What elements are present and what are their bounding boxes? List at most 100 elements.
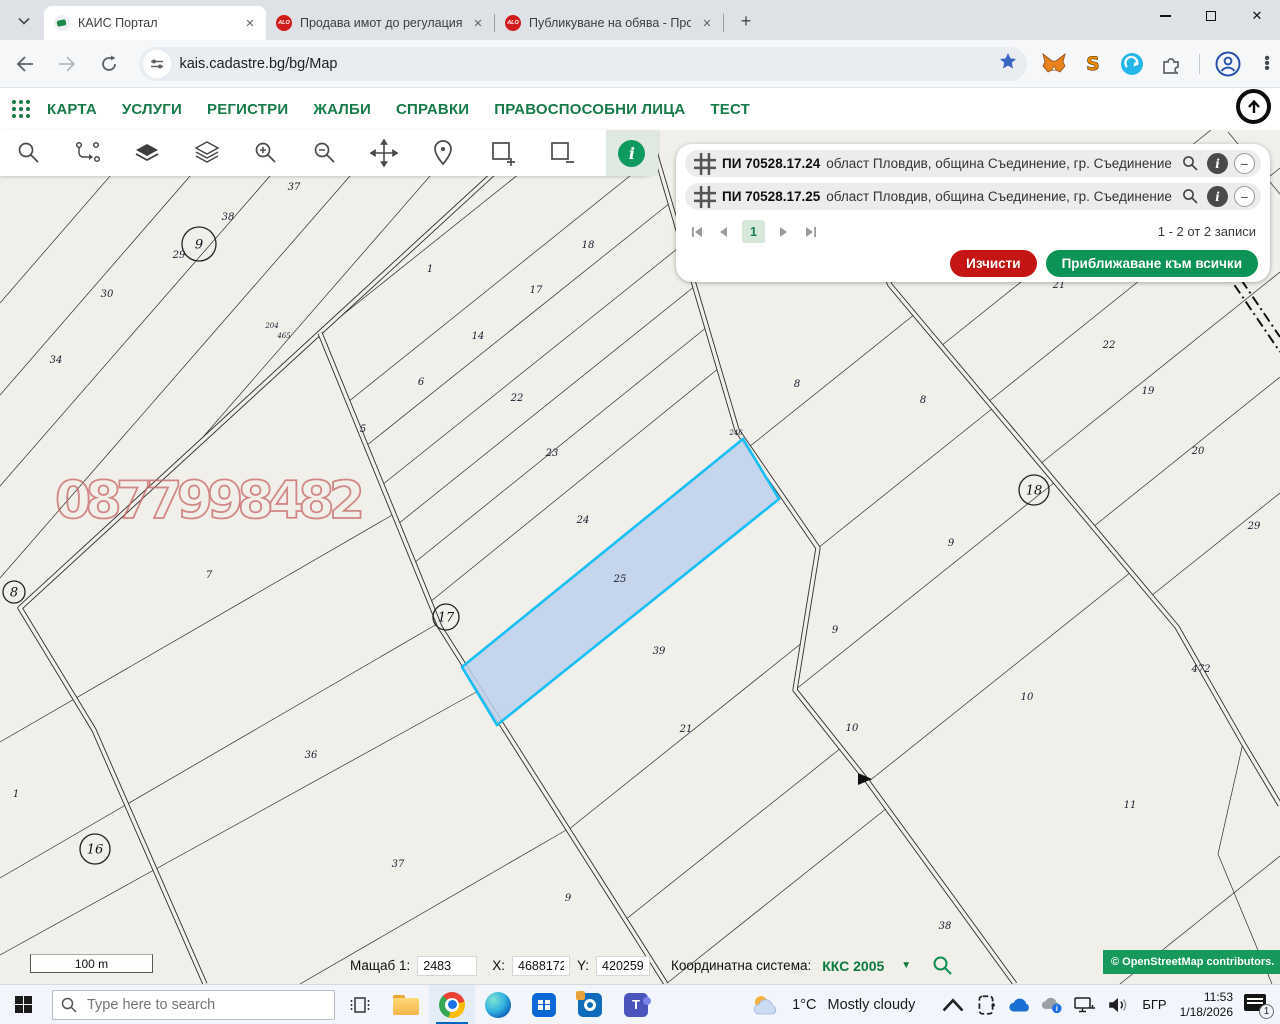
clear-button[interactable]: Изчисти xyxy=(950,250,1036,277)
layers-outline-icon[interactable] xyxy=(192,138,222,168)
nav-item-registri[interactable]: РЕГИСТРИ xyxy=(207,101,288,118)
network-icon[interactable] xyxy=(1074,994,1096,1016)
rect-select-add-icon[interactable] xyxy=(488,138,518,168)
phone-link-icon[interactable] xyxy=(975,994,997,1016)
tab-kais-portal[interactable]: КАИС Портал ✕ xyxy=(44,6,266,40)
extensions-puzzle-icon[interactable] xyxy=(1158,51,1184,77)
metamask-icon[interactable] xyxy=(1041,51,1067,77)
weather-desc[interactable]: Mostly cloudy xyxy=(828,997,916,1013)
teams-button[interactable]: T xyxy=(613,985,659,1024)
alo-favicon-icon: ALO xyxy=(505,15,521,31)
nav-item-test[interactable]: ТЕСТ xyxy=(710,101,750,118)
info-tool-tile[interactable]: i xyxy=(606,130,658,176)
nav-item-zhalbi[interactable]: ЖАЛБИ xyxy=(313,101,371,118)
task-view-button[interactable] xyxy=(337,985,383,1024)
svg-text:0877998482: 0877998482 xyxy=(55,471,365,531)
location-pin-icon[interactable] xyxy=(428,138,458,168)
tab-search-chevron-icon[interactable] xyxy=(10,7,38,35)
reload-icon[interactable] xyxy=(92,47,126,81)
rect-select-remove-icon[interactable] xyxy=(547,138,577,168)
forward-icon[interactable] xyxy=(50,47,84,81)
svg-text:30: 30 xyxy=(101,289,114,300)
scale-input[interactable] xyxy=(417,956,477,976)
taskbar-search-input[interactable] xyxy=(87,997,307,1013)
file-explorer-button[interactable] xyxy=(383,985,429,1024)
x-input[interactable] xyxy=(512,956,570,976)
scroll-top-button[interactable] xyxy=(1236,89,1271,124)
bookmark-star-icon[interactable] xyxy=(999,52,1017,75)
measure-tool-icon[interactable] xyxy=(73,138,103,168)
clock[interactable]: 11:53 1/18/2026 xyxy=(1180,990,1233,1020)
tab-alo-publish[interactable]: ALO Публикуване на обява - Прод ✕ xyxy=(495,6,723,40)
alo-favicon-icon: ALO xyxy=(276,15,292,31)
cloud-info-icon[interactable]: i xyxy=(1041,994,1063,1016)
row-info-icon[interactable]: i xyxy=(1207,153,1228,174)
s-extension-icon[interactable]: S xyxy=(1080,51,1106,77)
chrome-button[interactable] xyxy=(429,985,475,1024)
last-page-icon[interactable] xyxy=(801,223,819,241)
svg-text:1: 1 xyxy=(427,264,433,275)
nav-item-uslugi[interactable]: УСЛУГИ xyxy=(122,101,182,118)
profile-avatar-icon[interactable] xyxy=(1215,51,1241,77)
tray-chevron-icon[interactable] xyxy=(942,994,964,1016)
svg-text:16: 16 xyxy=(87,843,104,858)
row-zoom-icon[interactable] xyxy=(1179,153,1201,175)
next-page-icon[interactable] xyxy=(774,223,792,241)
outlook-button[interactable] xyxy=(567,985,613,1024)
site-info-icon[interactable] xyxy=(143,50,171,78)
y-input[interactable] xyxy=(596,956,650,976)
tab-close-icon[interactable]: ✕ xyxy=(470,15,486,31)
store-button[interactable] xyxy=(521,985,567,1024)
crs-dropdown-arrow-icon[interactable]: ▼ xyxy=(901,960,911,971)
notification-button[interactable]: 1 xyxy=(1244,994,1270,1016)
row-remove-icon[interactable]: − xyxy=(1234,153,1255,174)
menu-kebab-icon[interactable]: ••• xyxy=(1254,51,1280,77)
page-number[interactable]: 1 xyxy=(742,220,765,243)
map-search-icon[interactable] xyxy=(14,138,44,168)
svg-text:5: 5 xyxy=(360,424,366,435)
window-minimize-icon[interactable] xyxy=(1142,0,1188,32)
pan-icon[interactable] xyxy=(369,138,399,168)
tab-close-icon[interactable]: ✕ xyxy=(242,15,258,31)
nav-item-pravosposobni-lica[interactable]: ПРАВОСПОСОБНИ ЛИЦА xyxy=(494,101,685,118)
info-tool-icon[interactable]: i xyxy=(618,140,645,167)
nav-item-karta[interactable]: КАРТА xyxy=(47,101,97,118)
weather-temp[interactable]: 1°C xyxy=(792,997,816,1013)
address-bar[interactable]: kais.cadastre.bg/bg/Map xyxy=(139,47,1027,81)
layers-filled-icon[interactable] xyxy=(132,138,162,168)
url-text[interactable]: kais.cadastre.bg/bg/Map xyxy=(179,56,999,72)
row-info-icon[interactable]: i xyxy=(1207,186,1228,207)
nav-item-spravki[interactable]: СПРАВКИ xyxy=(396,101,469,118)
circle-arrow-extension-icon[interactable] xyxy=(1119,51,1145,77)
language-indicator[interactable]: БГР xyxy=(1142,997,1166,1012)
zoom-out-icon[interactable] xyxy=(310,138,340,168)
tab-alo-listing[interactable]: ALO Продава имот до регулация в ✕ xyxy=(266,6,494,40)
onedrive-icon[interactable] xyxy=(1008,994,1030,1016)
statusbar-search-icon[interactable] xyxy=(932,955,953,976)
svg-text:17: 17 xyxy=(438,611,455,626)
start-button[interactable] xyxy=(0,985,46,1024)
result-row[interactable]: ПИ 70528.17.24 област Пловдив, община Съ… xyxy=(685,150,1261,177)
edge-button[interactable] xyxy=(475,985,521,1024)
attribution-text[interactable]: © OpenStreetMap contributors. xyxy=(1111,956,1274,968)
row-zoom-icon[interactable] xyxy=(1179,186,1201,208)
row-remove-icon[interactable]: − xyxy=(1234,186,1255,207)
window-maximize-icon[interactable] xyxy=(1188,0,1234,32)
volume-icon[interactable] xyxy=(1107,994,1129,1016)
crs-value[interactable]: ККС 2005 xyxy=(822,958,884,974)
taskbar-search[interactable] xyxy=(52,990,335,1020)
first-page-icon[interactable] xyxy=(688,223,706,241)
svg-text:7: 7 xyxy=(206,570,213,581)
prev-page-icon[interactable] xyxy=(715,223,733,241)
new-tab-icon[interactable]: + xyxy=(732,7,760,35)
map-scalebar: 100 m xyxy=(30,954,153,973)
window-close-icon[interactable]: ✕ xyxy=(1234,0,1280,32)
result-row[interactable]: ПИ 70528.17.25 област Пловдив, община Съ… xyxy=(685,183,1261,210)
back-icon[interactable] xyxy=(8,47,42,81)
apps-grid-icon[interactable] xyxy=(11,98,33,120)
zoom-in-icon[interactable] xyxy=(251,138,281,168)
zoom-to-all-button[interactable]: Приближаване към всички xyxy=(1046,250,1258,277)
edge-icon xyxy=(485,992,511,1018)
svg-text:i: i xyxy=(1056,1004,1058,1013)
tab-close-icon[interactable]: ✕ xyxy=(699,15,715,31)
